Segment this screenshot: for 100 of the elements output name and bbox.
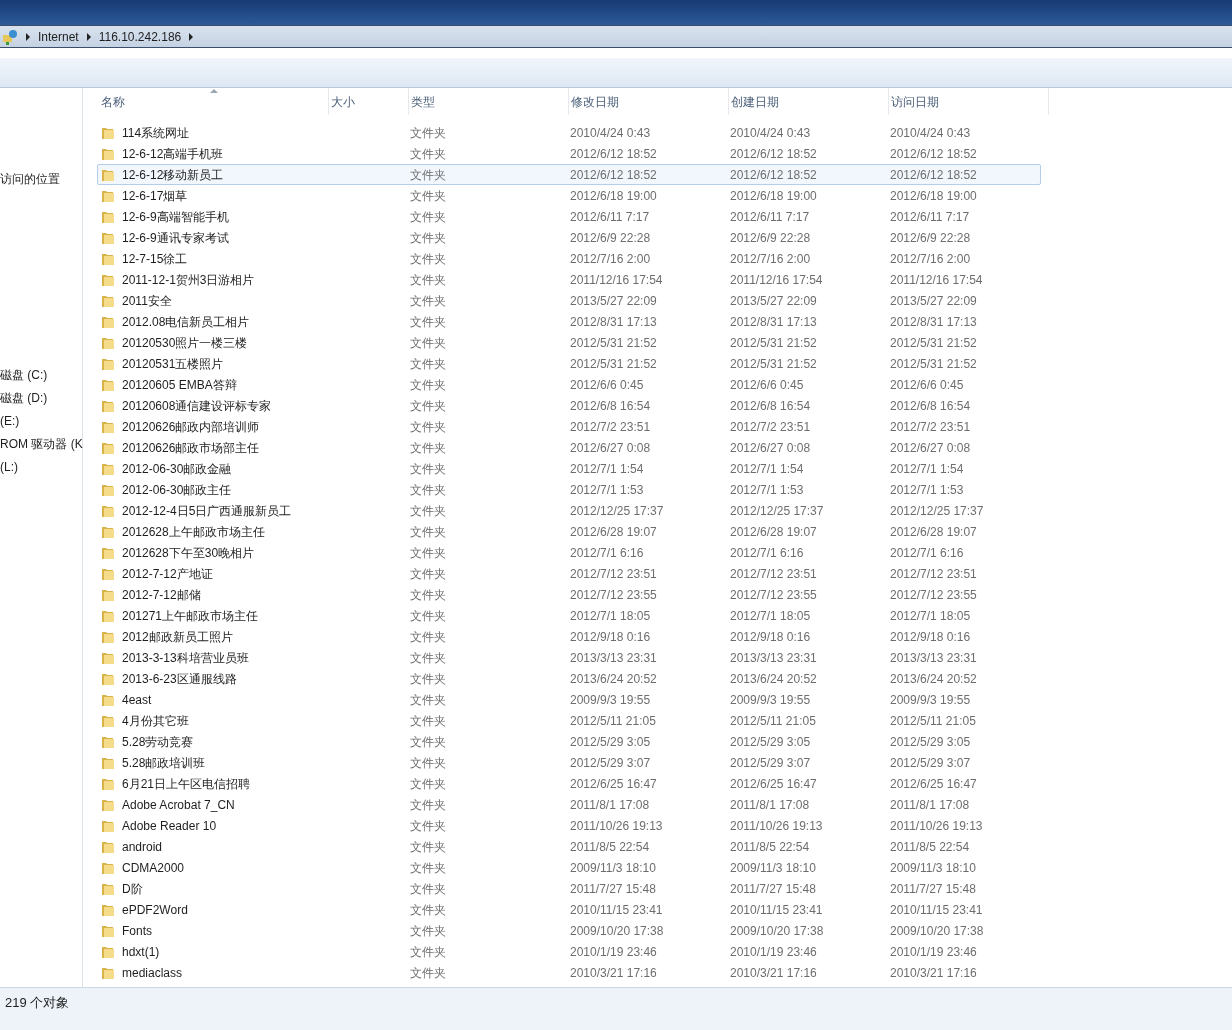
file-row[interactable]: 6月21日上午区电信招聘 文件夹 2012/6/25 16:47 2012/6/25 16:47 2012/6/25 16:47 — [97, 773, 1041, 794]
created-date: 2012/6/18 19:00 — [730, 187, 818, 205]
created-date: 2012/7/16 2:00 — [730, 250, 812, 268]
file-row[interactable]: ePDF2Word 文件夹 2010/11/15 23:41 2010/11/15 23:41 2010/11/15 23:41 — [97, 899, 1041, 920]
file-row[interactable]: 2011安全 文件夹 2013/5/27 22:09 2013/5/27 22:09 2013/5/27 22:09 — [97, 290, 1041, 311]
file-name: 20120626邮政内部培训师 — [122, 418, 260, 436]
accessed-date: 2012/7/1 1:54 — [890, 460, 965, 478]
breadcrumb-item[interactable]: Internet — [38, 27, 79, 46]
modified-date: 2012/7/12 23:51 — [570, 565, 658, 583]
accessed-date: 2012/6/28 19:07 — [890, 523, 978, 541]
file-row[interactable]: 20120608通信建设评标专家 文件夹 2012/6/8 16:54 2012/6/8 16:54 2012/6/8 16:54 — [97, 395, 1041, 416]
file-row[interactable]: 4east 文件夹 2009/9/3 19:55 2009/9/3 19:55 2009/9/3 19:55 — [97, 689, 1041, 710]
created-date: 2009/11/3 18:10 — [730, 859, 817, 877]
created-date: 2011/12/16 17:54 — [730, 271, 824, 289]
modified-date: 2011/8/1 17:08 — [570, 796, 651, 814]
file-row[interactable]: 20120531五楼照片 文件夹 2012/5/31 21:52 2012/5/31 21:52 2012/5/31 21:52 — [97, 353, 1041, 374]
accessed-date: 2012/6/18 19:00 — [890, 187, 978, 205]
file-row[interactable]: 2012628上午邮政市场主任 文件夹 2012/6/28 19:07 2012/6/28 19:07 2012/6/28 19:07 — [97, 521, 1041, 542]
file-row[interactable]: mediaclass 文件夹 2010/3/21 17:16 2010/3/21 17:16 2010/3/21 17:16 — [97, 962, 1041, 983]
file-row[interactable]: android 文件夹 2011/8/5 22:54 2011/8/5 22:54 2011/8/5 22:54 — [97, 836, 1041, 857]
modified-date: 2012/5/11 21:05 — [570, 712, 657, 730]
breadcrumb-arrow-icon[interactable] — [86, 32, 91, 41]
file-type: 文件夹 — [410, 754, 447, 772]
file-row[interactable]: 20120626邮政内部培训师 文件夹 2012/7/2 23:51 2012/7/2 23:51 2012/7/2 23:51 — [97, 416, 1041, 437]
file-row[interactable]: 12-6-12移动新员工 文件夹 2012/6/12 18:52 2012/6/12 18:52 2012/6/12 18:52 — [97, 164, 1041, 185]
file-name: hdxt(1) — [122, 943, 160, 961]
file-row[interactable]: 12-6-9通讯专家考试 文件夹 2012/6/9 22:28 2012/6/9 22:28 2012/6/9 22:28 — [97, 227, 1041, 248]
file-row[interactable]: Fonts 文件夹 2009/10/20 17:38 2009/10/20 17:38 2009/10/20 17:38 — [97, 920, 1041, 941]
file-row[interactable]: 20120626邮政市场部主任 文件夹 2012/6/27 0:08 2012/6/27 0:08 2012/6/27 0:08 — [97, 437, 1041, 458]
nav-item[interactable]: ROM 驱动器 (K — [0, 434, 83, 453]
file-row[interactable]: 20120530照片一楼三楼 文件夹 2012/5/31 21:52 2012/5/31 21:52 2012/5/31 21:52 — [97, 332, 1041, 353]
breadcrumb-item[interactable]: 116.10.242.186 — [98, 27, 182, 46]
column-header[interactable]: 大小 — [329, 88, 409, 115]
file-type: 文件夹 — [410, 964, 447, 982]
file-type: 文件夹 — [410, 229, 447, 247]
file-row[interactable]: 2012-7-12邮储 文件夹 2012/7/12 23:55 2012/7/12 23:55 2012/7/12 23:55 — [97, 584, 1041, 605]
file-row[interactable]: Adobe Acrobat 7_CN 文件夹 2011/8/1 17:08 2011/8/1 17:08 2011/8/1 17:08 — [97, 794, 1041, 815]
file-row[interactable]: Adobe Reader 10 文件夹 2011/10/26 19:13 2011/10/26 19:13 2011/10/26 19:13 — [97, 815, 1041, 836]
file-row[interactable]: 2012-7-12产地证 文件夹 2012/7/12 23:51 2012/7/12 23:51 2012/7/12 23:51 — [97, 563, 1041, 584]
accessed-date: 2012/6/25 16:47 — [890, 775, 978, 793]
file-row[interactable]: 2013-3-13科培营业员班 文件夹 2013/3/13 23:31 2013/3/13 23:31 2013/3/13 23:31 — [97, 647, 1041, 668]
column-header[interactable]: 访问日期 — [889, 88, 1049, 115]
column-header[interactable]: 名称 — [99, 88, 329, 115]
file-row[interactable]: 2012-12-4日5日广西通服新员工 文件夹 2012/12/25 17:37 2012/12/25 17:37 2012/12/25 17:37 — [97, 500, 1041, 521]
file-name: 2013-6-23区通服线路 — [122, 670, 237, 688]
created-date: 2012/6/9 22:28 — [730, 229, 812, 247]
address-bar[interactable]: Internet 116.10.242.186 — [0, 25, 1232, 48]
created-date: 2012/5/29 3:05 — [730, 733, 812, 751]
file-row[interactable]: hdxt(1) 文件夹 2010/1/19 23:46 2010/1/19 23:46 2010/1/19 23:46 — [97, 941, 1041, 962]
file-name: 2012-06-30邮政金融 — [122, 460, 232, 478]
file-row[interactable]: 5.28劳动竞赛 文件夹 2012/5/29 3:05 2012/5/29 3:05 2012/5/29 3:05 — [97, 731, 1041, 752]
file-row[interactable]: 12-6-17烟草 文件夹 2012/6/18 19:00 2012/6/18 19:00 2012/6/18 19:00 — [97, 185, 1041, 206]
column-header[interactable]: 修改日期 — [569, 88, 729, 115]
created-date: 2012/6/28 19:07 — [730, 523, 818, 541]
file-row[interactable]: D阶 文件夹 2011/7/27 15:48 2011/7/27 15:48 2011/7/27 15:48 — [97, 878, 1041, 899]
file-name: 2011-12-1贺州3日游相片 — [122, 271, 255, 289]
file-row[interactable]: 2012.08电信新员工相片 文件夹 2012/8/31 17:13 2012/8/31 17:13 2012/8/31 17:13 — [97, 311, 1041, 332]
file-row[interactable]: 5.28邮政培训班 文件夹 2012/5/29 3:07 2012/5/29 3:07 2012/5/29 3:07 — [97, 752, 1041, 773]
file-row[interactable]: 12-7-15徐工 文件夹 2012/7/16 2:00 2012/7/16 2:00 2012/7/16 2:00 — [97, 248, 1041, 269]
modified-date: 2012/5/31 21:52 — [570, 355, 658, 373]
created-date: 2012/9/18 0:16 — [730, 628, 812, 646]
file-row[interactable]: CDMA2000 文件夹 2009/11/3 18:10 2009/11/3 18:10 2009/11/3 18:10 — [97, 857, 1041, 878]
breadcrumb-arrow-icon[interactable] — [189, 32, 194, 41]
nav-item[interactable]: 磁盘 (D:) — [0, 388, 48, 407]
modified-date: 2012/7/1 1:54 — [570, 460, 645, 478]
column-header[interactable]: 创建日期 — [729, 88, 889, 115]
file-row[interactable]: 2011-12-1贺州3日游相片 文件夹 2011/12/16 17:54 2011/12/16 17:54 2011/12/16 17:54 — [97, 269, 1041, 290]
accessed-date: 2012/6/27 0:08 — [890, 439, 972, 457]
file-row[interactable]: 12-6-9高端智能手机 文件夹 2012/6/11 7:17 2012/6/11 7:17 2012/6/11 7:17 — [97, 206, 1041, 227]
file-name: 4月份其它班 — [122, 712, 189, 730]
breadcrumb-arrow-icon[interactable] — [26, 32, 30, 41]
accessed-date: 2012/5/29 3:05 — [890, 733, 972, 751]
accessed-date: 2009/9/3 19:55 — [890, 691, 972, 709]
nav-item[interactable]: (L:) — [0, 457, 18, 476]
modified-date: 2012/6/9 22:28 — [570, 229, 652, 247]
file-type: 文件夹 — [410, 670, 447, 688]
accessed-date: 2011/8/1 17:08 — [890, 796, 971, 814]
file-row[interactable]: 2013-6-23区通服线路 文件夹 2013/6/24 20:52 2013/6/24 20:52 2013/6/24 20:52 — [97, 668, 1041, 689]
file-row[interactable]: 12-6-12高端手机班 文件夹 2012/6/12 18:52 2012/6/12 18:52 2012/6/12 18:52 — [97, 143, 1041, 164]
file-row[interactable]: 4月份其它班 文件夹 2012/5/11 21:05 2012/5/11 21:05 2012/5/11 21:05 — [97, 710, 1041, 731]
file-name: 12-6-12移动新员工 — [122, 166, 224, 184]
file-row[interactable]: 20120605 EMBA答辩 文件夹 2012/6/6 0:45 2012/6/6 0:45 2012/6/6 0:45 — [97, 374, 1041, 395]
accessed-date: 2012/12/25 17:37 — [890, 502, 985, 520]
nav-item[interactable]: 访问的位置 — [0, 169, 60, 188]
accessed-date: 2009/11/3 18:10 — [890, 859, 977, 877]
accessed-date: 2012/7/16 2:00 — [890, 250, 972, 268]
column-header[interactable]: 类型 — [409, 88, 569, 115]
nav-item[interactable]: 磁盘 (C:) — [0, 365, 48, 384]
file-row[interactable]: 114系统网址 文件夹 2010/4/24 0:43 2010/4/24 0:43 2010/4/24 0:43 — [97, 122, 1041, 143]
file-row[interactable]: 2012邮政新员工照片 文件夹 2012/9/18 0:16 2012/9/18 0:16 2012/9/18 0:16 — [97, 626, 1041, 647]
file-row[interactable]: 2012-06-30邮政主任 文件夹 2012/7/1 1:53 2012/7/1 1:53 2012/7/1 1:53 — [97, 479, 1041, 500]
modified-date: 2012/7/2 23:51 — [570, 418, 652, 436]
file-row[interactable]: 2012628下午至30晚相片 文件夹 2012/7/1 6:16 2012/7/1 6:16 2012/7/1 6:16 — [97, 542, 1041, 563]
nav-item[interactable]: (E:) — [0, 411, 20, 430]
file-type: 文件夹 — [410, 565, 447, 583]
file-row[interactable]: 201271上午邮政市场主任 文件夹 2012/7/1 18:05 2012/7/1 18:05 2012/7/1 18:05 — [97, 605, 1041, 626]
file-name: 12-6-9通讯专家考试 — [122, 229, 229, 247]
file-row[interactable]: 2012-06-30邮政金融 文件夹 2012/7/1 1:54 2012/7/1 1:54 2012/7/1 1:54 — [97, 458, 1041, 479]
file-type: 文件夹 — [410, 523, 447, 541]
file-name: 201271上午邮政市场主任 — [122, 607, 259, 625]
